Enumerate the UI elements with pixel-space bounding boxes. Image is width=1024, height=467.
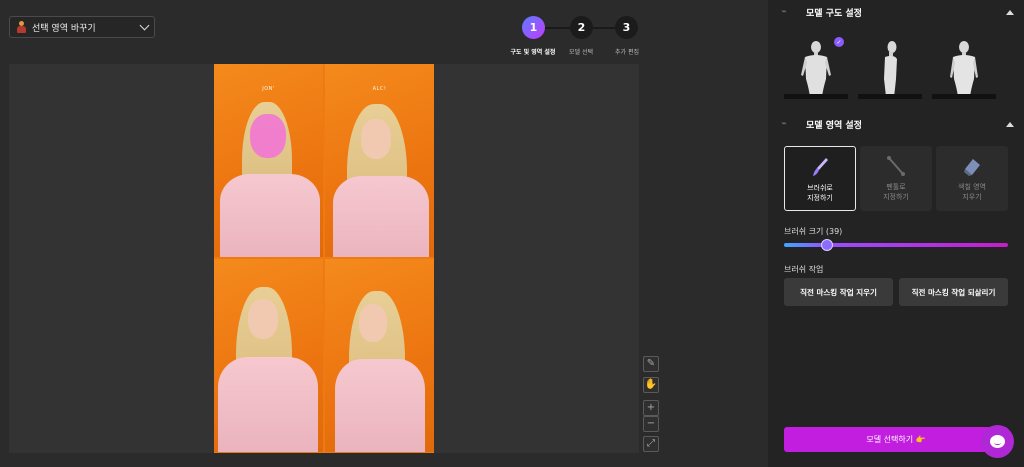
step-1-label: 구도 및 영역 설정 [510,49,556,56]
pencil-icon[interactable]: ✎ [643,356,659,372]
area-select-dropdown[interactable]: 선택 영역 바꾸기 [9,16,155,38]
model-area-header[interactable]: ⌁ 모델 영역 설정 [778,117,1014,131]
undo-mask-button[interactable]: 직전 마스킹 작업 지우기 [784,278,893,306]
chat-button[interactable] [981,425,1014,458]
shirt [218,357,318,452]
eraser-mode-line1: 색칠 영역 [958,183,986,191]
model-area-title: 모델 영역 설정 [806,120,862,131]
stepper: 1 2 3 구도 및 영역 설정 모델 선택 추가 편집 [511,16,641,58]
brush-mode-line1: 브러쉬로 [807,184,833,192]
pen-tool-icon [860,154,932,178]
pose-back[interactable] [932,34,996,99]
hanger-icon: ⌁ [781,119,787,129]
shirt [220,174,320,257]
selected-check-icon: ✓ [834,37,844,47]
step-3-label: 추가 편집 [615,49,639,56]
eraser-mode-button[interactable]: 색칠 영역 지우기 [936,146,1008,211]
photo-brand-text: ALC! [372,86,387,92]
mannequin-front-icon [801,41,831,97]
photo-cell [325,259,434,452]
photo-cell [214,259,323,452]
select-model-button[interactable]: 모델 선택하기 👉 [784,427,1008,452]
zoom-in-icon[interactable]: + [643,400,659,416]
face [359,304,387,342]
pen-tool-mode-button[interactable]: 펜툴로 지정하기 [860,146,932,211]
brush-icon [785,155,855,179]
photo-brand-text: JON' [262,86,275,92]
pose-side[interactable] [858,34,922,99]
slider-thumb[interactable] [820,239,833,251]
mannequin-back-icon [950,41,978,97]
model-composition-header[interactable]: ⌁ 모델 구도 설정 [778,5,1014,19]
pen-tool-mode-line2: 지정하기 [883,193,909,201]
area-select-label: 선택 영역 바꾸기 [32,23,96,34]
step-connector [593,27,615,29]
step-3[interactable]: 3 [615,16,638,39]
pose-front[interactable]: ✓ [784,34,848,99]
pose-bar [858,94,922,99]
settings-panel: ⌁ 모델 구도 설정 ✓ ⌁ 모델 영역 설정 브러쉬로 지정하기 펜툴로 지정… [768,0,1024,467]
step-2-label: 모델 선택 [569,49,593,56]
face [248,299,278,339]
photo-cell: JON' [214,64,323,257]
face [361,119,391,159]
model-photo[interactable]: JON' ALC! [214,64,434,453]
pose-bar [784,94,848,99]
brush-size-label: 브러쉬 크기 (39) [784,227,843,236]
brush-mode-line2: 지정하기 [807,194,833,202]
step-1[interactable]: 1 [522,16,545,39]
eraser-icon [936,154,1008,178]
mannequin-side-icon [884,41,897,97]
collapse-icon[interactable] [1006,9,1014,15]
fit-screen-icon[interactable]: ⤢ [643,436,659,452]
shirt [335,359,425,452]
restore-mask-button[interactable]: 직전 마스킹 작업 되살리기 [899,278,1008,306]
chat-icon [990,435,1005,448]
brush-mode-button[interactable]: 브러쉬로 지정하기 [784,146,856,211]
app-root: 선택 영역 바꾸기 1 2 3 구도 및 영역 설정 모델 선택 추가 편집 J… [0,0,1024,467]
step-2[interactable]: 2 [570,16,593,39]
brush-size-slider[interactable] [784,239,1008,251]
editing-canvas[interactable]: JON' ALC! ✎ ✋ + − ⤢ [9,64,659,453]
shirt [333,176,429,257]
collapse-icon[interactable] [1006,121,1014,127]
chevron-down-icon [139,20,150,30]
hand-icon[interactable]: ✋ [643,377,659,393]
person-icon [16,21,27,33]
pose-bar [932,94,996,99]
pen-tool-mode-line1: 펜툴로 [886,183,906,191]
model-composition-title: 모델 구도 설정 [806,8,862,19]
mask-overlay [250,114,286,158]
eraser-mode-line2: 지우기 [962,193,982,201]
zoom-out-icon[interactable]: − [643,416,659,432]
hanger-icon: ⌁ [781,7,787,17]
photo-cell: ALC! [325,64,434,257]
brush-action-label: 브러쉬 작업 [784,265,824,274]
